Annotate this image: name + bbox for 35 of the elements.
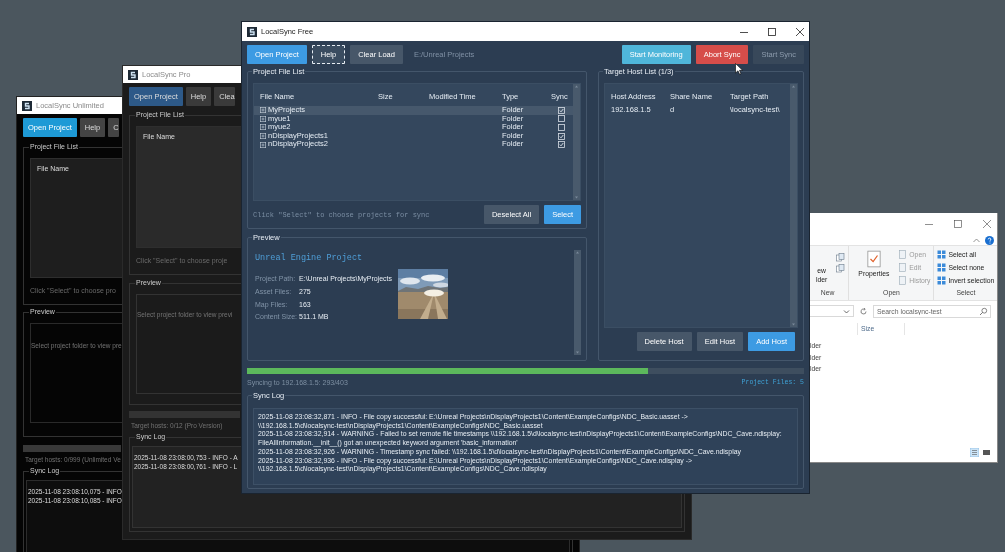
scroll-down-icon[interactable] <box>575 350 580 355</box>
preview-heading: Unreal Engine Project <box>255 253 364 263</box>
app-icon <box>247 26 257 37</box>
tiles-view-icon[interactable] <box>982 448 991 457</box>
checkbox[interactable] <box>558 115 565 123</box>
scroll-up-icon[interactable] <box>791 84 796 89</box>
expand-icon[interactable] <box>260 141 266 148</box>
details-view-icon[interactable] <box>970 448 979 457</box>
scrollbar[interactable] <box>790 84 797 327</box>
grid-icon <box>937 263 947 272</box>
maximize-icon[interactable] <box>768 27 776 36</box>
scroll-down-icon[interactable] <box>791 322 796 327</box>
checkbox[interactable] <box>558 106 565 114</box>
search-icon[interactable] <box>979 306 988 316</box>
grid-icon <box>937 250 947 259</box>
help-icon[interactable] <box>985 235 994 245</box>
expand-icon[interactable] <box>260 107 266 114</box>
scrollbar[interactable] <box>574 250 581 355</box>
app-icon <box>22 100 32 111</box>
grid-icon <box>937 276 947 285</box>
refresh-icon[interactable] <box>859 306 868 316</box>
close-icon[interactable] <box>796 27 804 36</box>
address-field[interactable] <box>810 305 854 317</box>
properties-icon <box>866 250 881 268</box>
checkbox[interactable] <box>558 124 565 131</box>
scroll-down-icon[interactable] <box>574 195 579 200</box>
checkbox[interactable] <box>558 132 565 140</box>
expand-icon[interactable] <box>260 133 266 140</box>
scrollbar[interactable] <box>573 84 580 200</box>
app-icon <box>128 69 138 80</box>
expand-icon[interactable] <box>260 124 266 131</box>
scroll-up-icon[interactable] <box>575 250 580 255</box>
expand-icon[interactable] <box>260 115 266 122</box>
mouse-cursor-icon <box>735 63 743 75</box>
checkbox[interactable] <box>558 141 565 149</box>
